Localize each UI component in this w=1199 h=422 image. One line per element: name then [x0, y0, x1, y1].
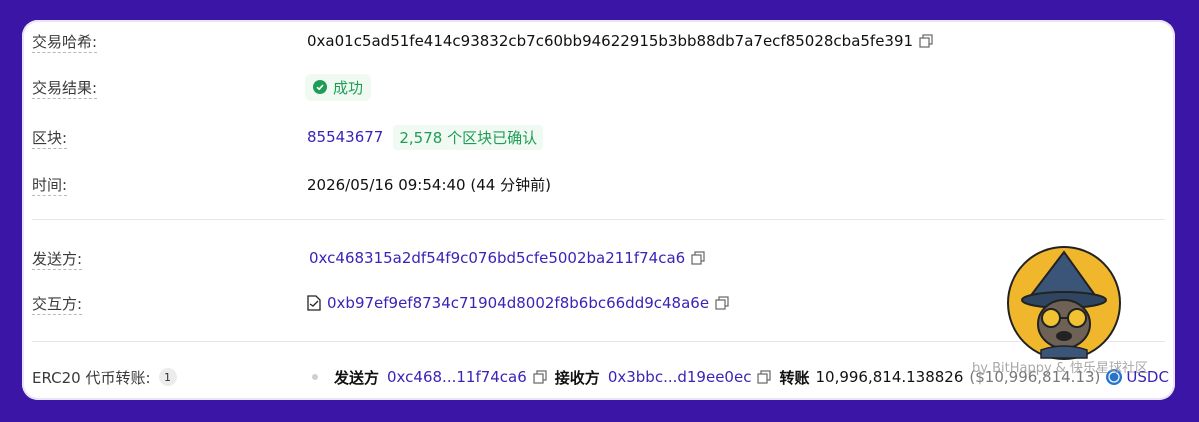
result-value-wrap: 成功 — [305, 73, 372, 101]
hash-value[interactable]: 0xa01c5ad51fe414c93832cb7c60bb94622915b3… — [307, 32, 913, 50]
copy-icon[interactable] — [715, 296, 729, 310]
erc20-amount: 10,996,814.138826 — [815, 368, 964, 386]
list-bullet — [312, 374, 318, 380]
interact-value-wrap: 0xb97ef9ef8734c71904d8002f8b6bc66dd9c48a… — [307, 294, 729, 312]
from-value-wrap: 0xc468315a2df54f9c076bd5cfe5002ba211f74c… — [309, 249, 705, 267]
interact-row: 交互方: 0xb97ef9ef8734c71904d8002f8b6bc66dd… — [22, 288, 1175, 318]
erc20-transfer-label: 转账 — [779, 368, 810, 387]
hash-value-wrap: 0xa01c5ad51fe414c93832cb7c60bb94622915b3… — [307, 32, 933, 50]
time-label: 时间: — [32, 175, 68, 196]
erc20-label: ERC20 代币转账: — [32, 368, 151, 387]
status-badge: 成功 — [305, 73, 372, 101]
block-row: 区块: 85543677 2,578 个区块已确认 — [22, 122, 1175, 152]
copy-icon[interactable] — [533, 370, 547, 384]
divider — [32, 341, 1165, 342]
copy-icon[interactable] — [691, 251, 705, 265]
watermark-text: by BitHappy & 快乐星球社区 — [972, 361, 1149, 376]
copy-icon[interactable] — [757, 370, 772, 384]
divider — [32, 219, 1165, 220]
wizard-dog-avatar — [1007, 246, 1121, 360]
hash-label: 交易哈希: — [32, 32, 98, 53]
contract-icon — [307, 295, 321, 311]
time-row: 时间: 2026/05/16 09:54:40 (44 分钟前) — [22, 169, 1175, 199]
erc20-label-wrap: ERC20 代币转账: 1 — [32, 367, 177, 388]
block-number-link[interactable]: 85543677 — [307, 128, 383, 146]
from-row: 发送方: 0xc468315a2df54f9c076bd5cfe5002ba21… — [22, 243, 1175, 273]
status-text: 成功 — [333, 78, 364, 97]
result-row: 交易结果: 成功 — [22, 72, 1175, 102]
erc20-from-label: 发送方 — [334, 368, 380, 387]
interact-address-link[interactable]: 0xb97ef9ef8734c71904d8002f8b6bc66dd9c48a… — [327, 294, 709, 312]
time-value: 2026/05/16 09:54:40 (44 分钟前) — [307, 175, 551, 194]
check-circle-icon — [313, 80, 327, 94]
erc20-to-link[interactable]: 0x3bbc...d19ee0ec — [608, 368, 752, 386]
transaction-detail-card: 交易哈希: 0xa01c5ad51fe414c93832cb7c60bb9462… — [22, 20, 1175, 400]
result-label: 交易结果: — [32, 78, 98, 99]
copy-icon[interactable] — [919, 34, 933, 48]
from-label: 发送方: — [32, 249, 83, 270]
hash-row: 交易哈希: 0xa01c5ad51fe414c93832cb7c60bb9462… — [22, 26, 1175, 56]
erc20-count-badge: 1 — [158, 368, 177, 386]
erc20-from-link[interactable]: 0xc468...11f74ca6 — [387, 368, 527, 386]
block-value-wrap: 85543677 2,578 个区块已确认 — [307, 124, 544, 150]
from-address-link[interactable]: 0xc468315a2df54f9c076bd5cfe5002ba211f74c… — [309, 249, 685, 267]
interact-label: 交互方: — [32, 294, 83, 315]
block-label: 区块: — [32, 128, 68, 149]
block-confirmations: 2,578 个区块已确认 — [393, 124, 544, 150]
erc20-to-label: 接收方 — [554, 368, 600, 387]
